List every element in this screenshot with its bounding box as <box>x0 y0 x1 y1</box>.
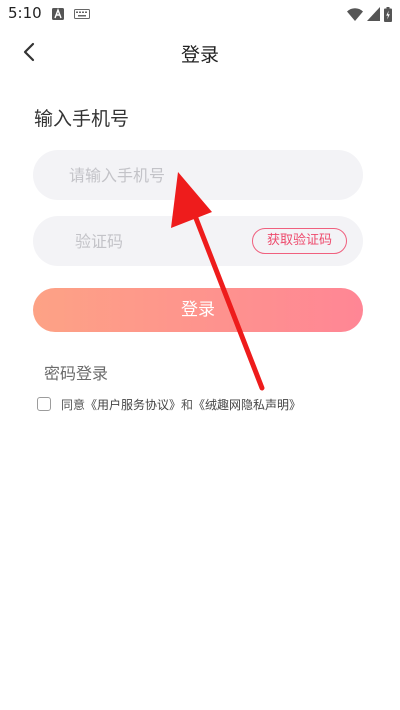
battery-charging-icon <box>384 6 392 22</box>
section-title: 输入手机号 <box>34 108 130 130</box>
keyboard-icon <box>74 9 90 19</box>
user-agreement-link[interactable]: 《用户服务协议》 <box>85 396 181 413</box>
status-bar: 5:10 <box>0 0 400 28</box>
notification-a-icon <box>52 8 64 20</box>
cellular-signal-icon <box>367 7 380 21</box>
phone-input[interactable] <box>69 150 329 200</box>
agreement-conjunction: 和 <box>181 397 194 412</box>
status-time: 5:10 <box>8 4 42 22</box>
password-login-link[interactable]: 密码登录 <box>44 360 108 384</box>
privacy-policy-link[interactable]: 《绒趣网隐私声明》 <box>193 396 301 413</box>
agreement-prefix: 同意 <box>61 397 86 412</box>
agreement-row: 同意 《用户服务协议》 和 《绒趣网隐私声明》 <box>37 395 301 413</box>
code-field: 获取验证码 <box>33 216 363 266</box>
nav-bar: 登录 <box>0 30 400 76</box>
wifi-icon <box>347 7 363 21</box>
page-title: 登录 <box>180 44 219 66</box>
verification-code-input[interactable] <box>75 216 235 266</box>
status-right-icons <box>347 6 392 22</box>
phone-field <box>33 150 363 200</box>
agreement-checkbox[interactable] <box>37 397 51 411</box>
login-button[interactable]: 登录 <box>33 288 363 332</box>
get-code-button[interactable]: 获取验证码 <box>251 228 347 254</box>
